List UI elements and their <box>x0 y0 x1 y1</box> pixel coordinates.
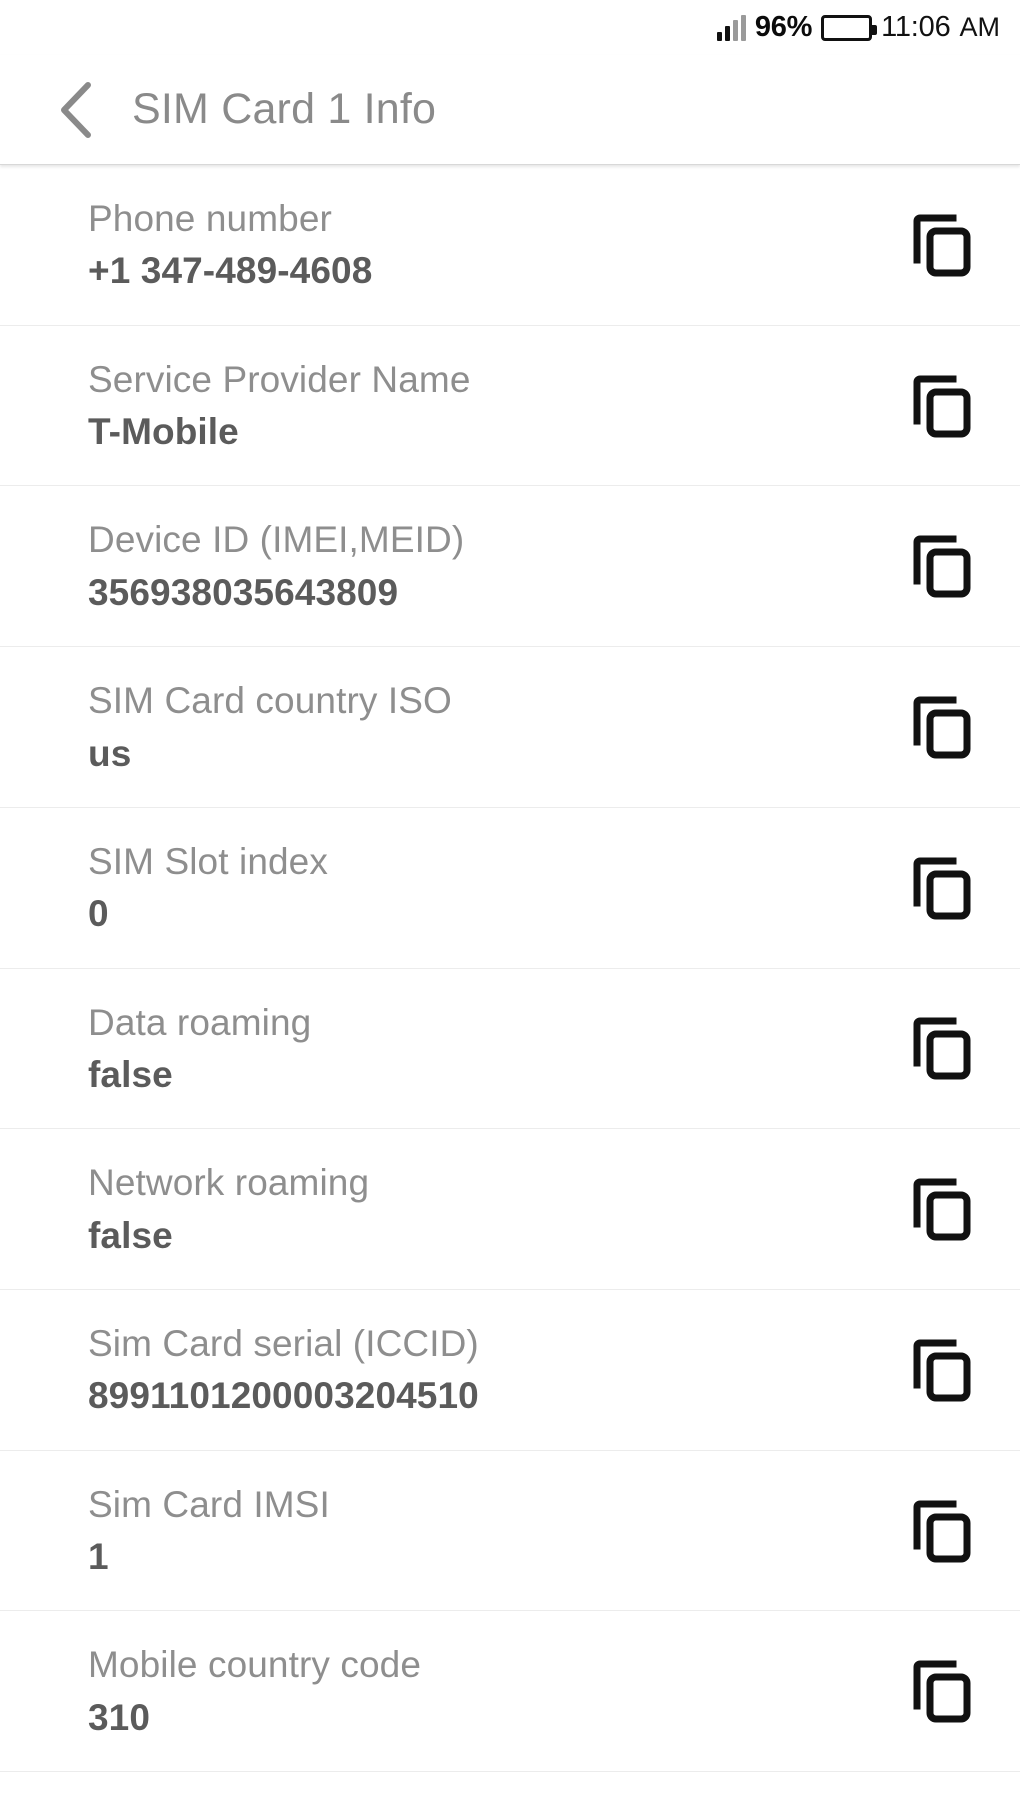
row-value: +1 347-489-4608 <box>88 250 373 292</box>
copy-button[interactable] <box>894 1483 990 1579</box>
copy-icon <box>911 533 973 599</box>
row-label: Mobile country code <box>88 1644 422 1686</box>
row-value: 310 <box>88 1696 151 1738</box>
sim-info-row[interactable]: Service Provider Name T-Mobile <box>0 325 1020 487</box>
sim-info-row[interactable]: Network roaming false <box>0 1129 1020 1291</box>
copy-button[interactable] <box>894 358 990 454</box>
sim-info-row[interactable]: Sim Card serial (ICCID) 8991101200003204… <box>0 1290 1020 1451</box>
page-title: SIM Card 1 Info <box>132 85 437 133</box>
copy-icon <box>911 694 973 760</box>
row-label: Phone number <box>88 198 332 239</box>
copy-icon <box>911 1176 973 1242</box>
copy-icon <box>911 1337 973 1403</box>
row-value: us <box>88 732 132 774</box>
row-value: 8991101200003204510 <box>88 1375 479 1417</box>
copy-icon <box>911 373 973 439</box>
row-text-group: Sim Card IMSI 1 <box>88 1451 894 1611</box>
sim-info-row[interactable]: Sim Card IMSI 1 <box>0 1450 1020 1612</box>
copy-button[interactable] <box>894 1322 990 1418</box>
row-label: Data roaming <box>88 1001 312 1043</box>
row-label: Service Provider Name <box>88 358 471 400</box>
row-text-group: Data roaming false <box>88 969 894 1129</box>
row-label: Network roaming <box>88 1162 370 1204</box>
row-text-group: SIM Slot index 0 <box>88 808 894 968</box>
sim-info-list: Phone number +1 347-489-4608 Service Pro… <box>0 165 1020 1773</box>
copy-icon <box>911 1658 973 1724</box>
copy-icon <box>911 212 973 278</box>
sim-info-row[interactable]: SIM Card country ISO us <box>0 647 1020 808</box>
row-label: Sim Card serial (ICCID) <box>88 1323 479 1365</box>
sim-info-row[interactable]: Device ID (IMEI,MEID) 356938035643809 <box>0 486 1020 648</box>
copy-icon <box>911 855 973 921</box>
row-value: 0 <box>88 893 109 935</box>
row-value: 1 <box>88 1536 109 1578</box>
back-button[interactable] <box>44 77 110 143</box>
row-value: false <box>88 1214 173 1256</box>
row-text-group: Phone number +1 347-489-4608 <box>88 165 894 325</box>
battery-percent-label: 96% <box>754 11 813 43</box>
clock-meridiem-label: AM <box>959 12 1001 42</box>
row-text-group: Sim Card serial (ICCID) 8991101200003204… <box>88 1290 894 1450</box>
row-value: 356938035643809 <box>88 571 399 613</box>
signal-bars-icon <box>716 14 746 41</box>
clock-time-label: 11:06 <box>881 11 951 43</box>
sim-info-row[interactable]: SIM Slot index 0 <box>0 807 1020 969</box>
row-label: SIM Card country ISO <box>88 680 452 722</box>
row-value: false <box>88 1053 173 1095</box>
app-bar: SIM Card 1 Info <box>0 55 1020 165</box>
battery-full-icon <box>821 14 878 41</box>
copy-button[interactable] <box>894 1643 990 1739</box>
copy-icon <box>911 1498 973 1564</box>
row-text-group: Service Provider Name T-Mobile <box>88 326 894 486</box>
row-value: T-Mobile <box>88 411 239 453</box>
sim-info-row[interactable]: Phone number +1 347-489-4608 <box>0 165 1020 326</box>
sim-info-row[interactable]: Data roaming false <box>0 968 1020 1130</box>
copy-button[interactable] <box>894 1161 990 1257</box>
copy-button[interactable] <box>894 679 990 775</box>
copy-button[interactable] <box>894 518 990 614</box>
row-text-group: Mobile country code 310 <box>88 1611 894 1771</box>
status-bar-right-group: 96% 11:06 AM <box>716 11 1001 44</box>
copy-button[interactable] <box>894 1000 990 1096</box>
status-bar: 96% 11:06 AM <box>0 0 1020 55</box>
row-text-group: Network roaming false <box>88 1129 894 1289</box>
copy-button[interactable] <box>894 197 990 293</box>
row-label: SIM Slot index <box>88 840 328 882</box>
row-text-group: SIM Card country ISO us <box>88 647 894 807</box>
chevron-left-icon <box>55 80 99 140</box>
row-label: Device ID (IMEI,MEID) <box>88 519 465 561</box>
copy-button[interactable] <box>894 840 990 936</box>
sim-info-row[interactable]: Mobile country code 310 <box>0 1611 1020 1773</box>
row-label: Sim Card IMSI <box>88 1483 330 1525</box>
row-text-group: Device ID (IMEI,MEID) 356938035643809 <box>88 486 894 646</box>
copy-icon <box>911 1015 973 1081</box>
